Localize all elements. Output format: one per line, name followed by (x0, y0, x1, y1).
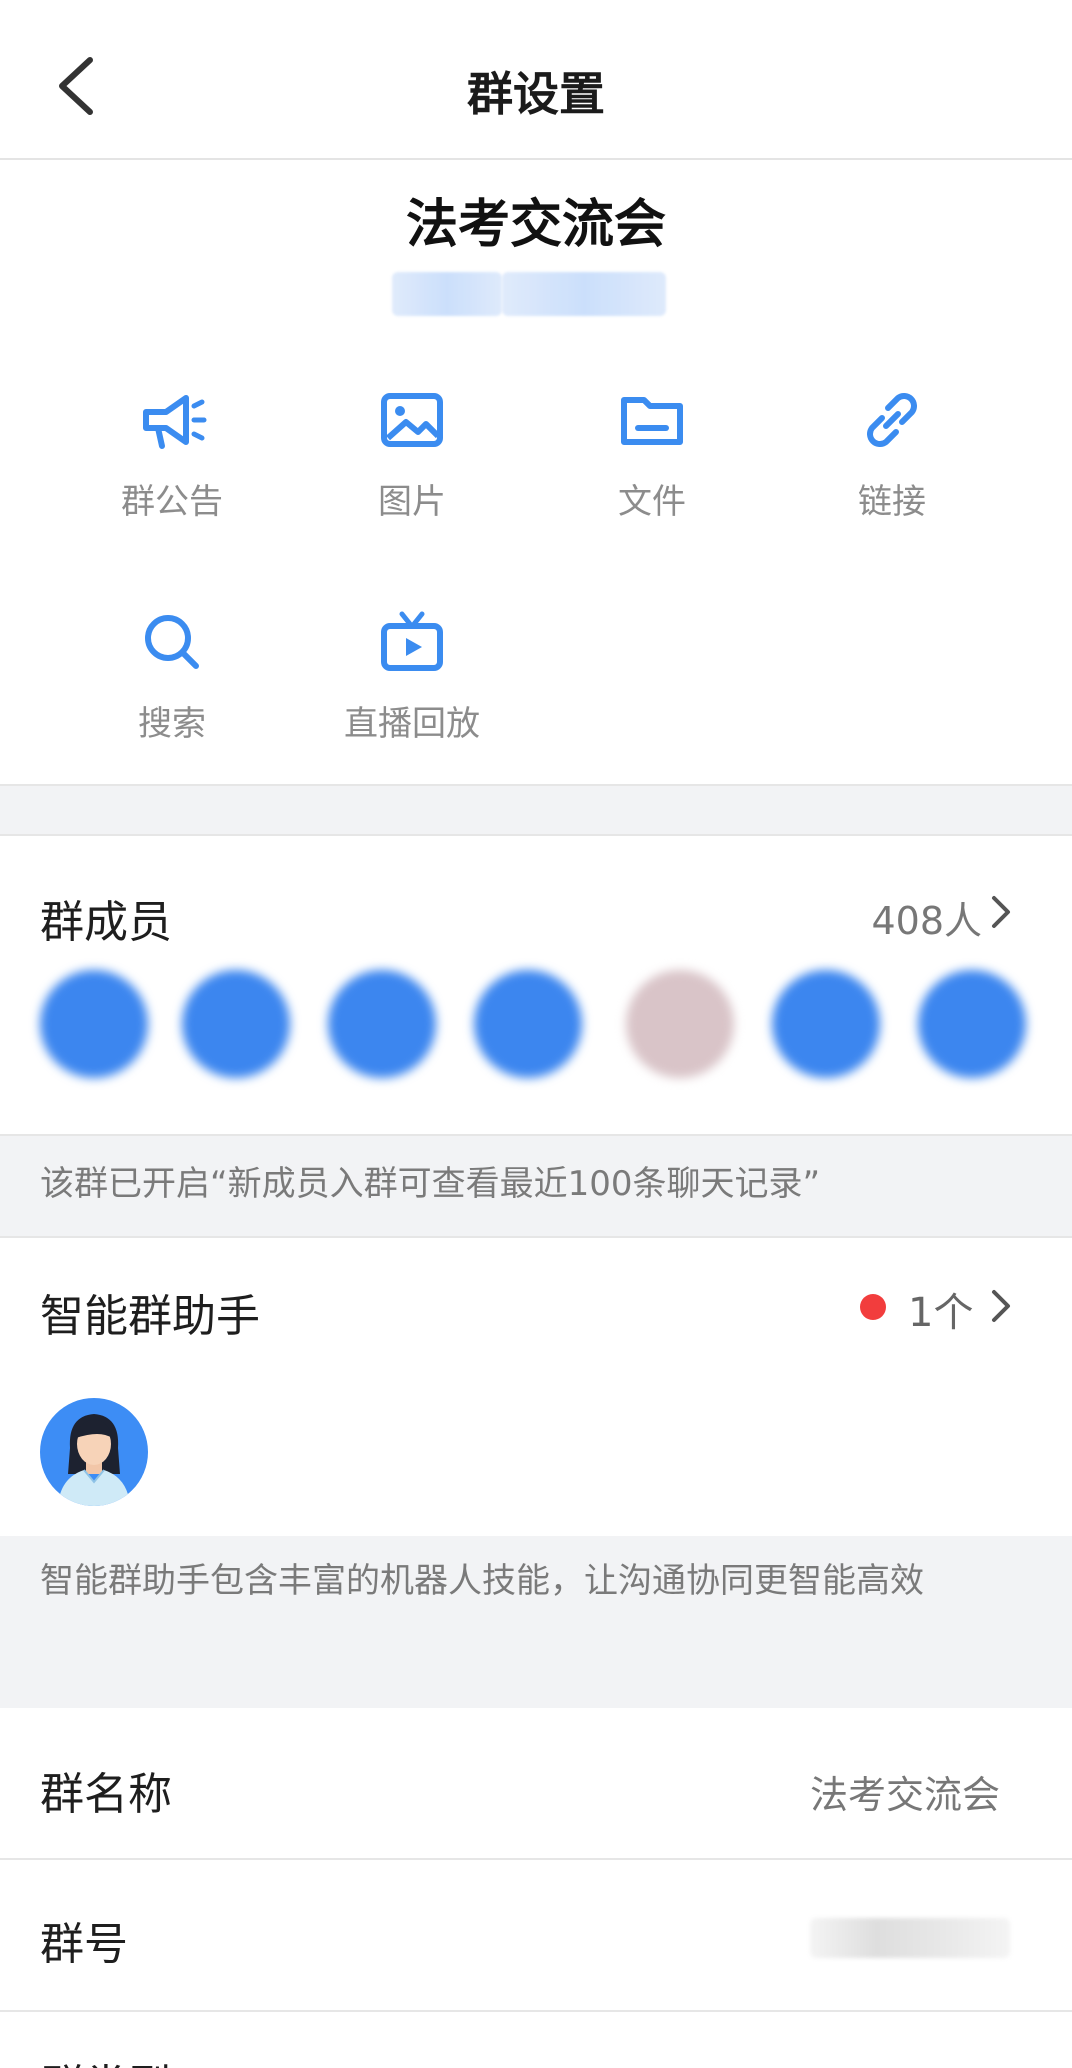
partial-next-row[interactable]: 群类型 (0, 2012, 1072, 2068)
feature-live-replay[interactable]: 直播回放 (292, 606, 532, 745)
feature-images[interactable]: 图片 (292, 384, 532, 523)
members-notice-text: 该群已开启“新成员入群可查看最近100条聊天记录” (40, 1164, 821, 1204)
blurred-group-info (392, 272, 502, 316)
feature-search[interactable]: 搜索 (52, 606, 292, 745)
assistant-description-box: 智能群助手包含丰富的机器人技能，让沟通协同更智能高效 (0, 1536, 1072, 1708)
member-avatar[interactable] (474, 970, 582, 1078)
group-name-row[interactable]: 群名称 法考交流会 (0, 1708, 1072, 1858)
red-dot-badge (860, 1294, 886, 1320)
folder-icon (616, 384, 688, 456)
group-name-label: 群名称 (40, 1769, 172, 1820)
top-bar: 群设置 (0, 0, 1072, 160)
chevron-right-icon (992, 896, 1010, 928)
feature-links[interactable]: 链接 (772, 384, 1012, 523)
feature-label: 链接 (858, 482, 926, 522)
feature-label: 搜索 (138, 704, 206, 744)
feature-label: 文件 (618, 482, 686, 522)
members-label: 群成员 (40, 897, 172, 948)
feature-label: 群公告 (121, 482, 223, 522)
assistant-description-text: 智能群助手包含丰富的机器人技能，让沟通协同更智能高效 (40, 1561, 924, 1601)
feature-label: 图片 (378, 482, 446, 522)
blurred-group-number (810, 1918, 1010, 1958)
member-avatar[interactable] (40, 970, 148, 1078)
section-gap (0, 786, 1072, 834)
feature-announcement[interactable]: 群公告 (52, 384, 292, 523)
megaphone-icon (136, 384, 208, 456)
tv-replay-icon (376, 606, 448, 678)
image-icon (376, 384, 448, 456)
feature-files[interactable]: 文件 (532, 384, 772, 523)
assistant-avatar[interactable] (40, 1398, 148, 1506)
member-avatar[interactable] (918, 970, 1026, 1078)
group-number-row[interactable]: 群号 (0, 1860, 1072, 2010)
members-count: 408人 (871, 899, 982, 943)
members-notice-box: 该群已开启“新成员入群可查看最近100条聊天记录” (0, 1136, 1072, 1236)
assistant-count: 1个 (908, 1290, 974, 1336)
member-avatar[interactable] (772, 970, 880, 1078)
group-name-value: 法考交流会 (809, 1773, 1000, 1817)
member-avatar[interactable] (328, 970, 436, 1078)
search-icon (136, 606, 208, 678)
link-icon (856, 384, 928, 456)
assistant-label: 智能群助手 (40, 1291, 260, 1342)
smart-assistant-section[interactable]: 智能群助手 1个 (0, 1238, 1072, 1534)
feature-label: 直播回放 (344, 704, 480, 744)
page-title: 群设置 (467, 67, 605, 121)
group-members-section[interactable]: 群成员 408人 (0, 836, 1072, 1136)
blurred-group-info (502, 272, 666, 316)
group-name-title: 法考交流会 (405, 195, 666, 255)
member-avatar[interactable] (182, 970, 290, 1078)
partial-row-label: 群类型 (40, 2050, 172, 2068)
member-avatar[interactable] (626, 970, 734, 1078)
group-number-label: 群号 (40, 1919, 128, 1970)
chevron-right-icon (992, 1290, 1010, 1322)
